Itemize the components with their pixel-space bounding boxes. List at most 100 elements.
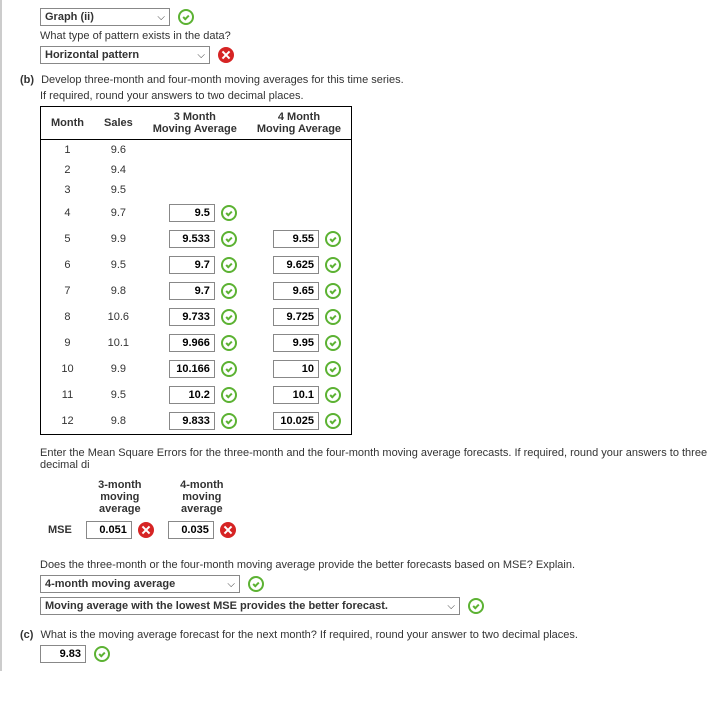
checkmark-icon — [325, 231, 341, 247]
checkmark-icon — [221, 205, 237, 221]
cell-ma3 — [143, 252, 247, 278]
cell-ma3 — [143, 226, 247, 252]
checkmark-icon — [178, 9, 194, 25]
checkmark-icon — [221, 361, 237, 377]
checkmark-icon — [325, 257, 341, 273]
ma3-input[interactable] — [169, 360, 215, 378]
checkmark-icon — [94, 646, 110, 662]
cell-month: 3 — [41, 180, 94, 200]
cell-ma4 — [247, 408, 352, 435]
cell-ma4 — [247, 356, 352, 382]
cell-ma4 — [247, 200, 352, 226]
mse-row-label: MSE — [42, 517, 78, 543]
ma4-input[interactable] — [273, 308, 319, 326]
error-icon — [218, 47, 234, 63]
better-question: Does the three-month or the four-month m… — [40, 559, 721, 571]
part-b-intro2: If required, round your answers to two d… — [40, 90, 721, 102]
better-select-1-value: 4-month moving average — [45, 578, 175, 590]
better-select-1[interactable]: 4-month moving average ⌵ — [40, 575, 240, 593]
ma4-input[interactable] — [273, 230, 319, 248]
mse-intro: Enter the Mean Square Errors for the thr… — [40, 447, 721, 471]
ma4-input[interactable] — [273, 282, 319, 300]
error-icon — [138, 522, 154, 538]
ma3-input[interactable] — [169, 412, 215, 430]
cell-month: 11 — [41, 382, 94, 408]
better-select-2[interactable]: Moving average with the lowest MSE provi… — [40, 597, 460, 615]
forecast-input[interactable] — [40, 645, 86, 663]
col-ma4: 4 Month Moving Average — [247, 107, 352, 140]
cell-month: 8 — [41, 304, 94, 330]
cell-ma4 — [247, 226, 352, 252]
cell-sales: 9.6 — [94, 140, 143, 161]
part-b-intro1: Develop three-month and four-month movin… — [41, 74, 404, 86]
ma3-input[interactable] — [169, 230, 215, 248]
pattern-select-value: Horizontal pattern — [45, 49, 139, 61]
ma3-input[interactable] — [169, 256, 215, 274]
graph-select[interactable]: Graph (ii) ⌵ — [40, 8, 170, 26]
ma4-input[interactable] — [273, 412, 319, 430]
cell-ma4 — [247, 278, 352, 304]
part-c-question: What is the moving average forecast for … — [41, 629, 578, 641]
mse-table: 3-month moving average 4-month moving av… — [40, 477, 244, 545]
cell-ma3 — [143, 140, 247, 161]
cell-ma3 — [143, 382, 247, 408]
cell-ma4 — [247, 180, 352, 200]
part-c-label: (c) — [20, 629, 33, 641]
ma4-input[interactable] — [273, 360, 319, 378]
mse-4-input[interactable] — [168, 521, 214, 539]
checkmark-icon — [325, 387, 341, 403]
cell-month: 5 — [41, 226, 94, 252]
checkmark-icon — [468, 598, 484, 614]
mse-3-input[interactable] — [86, 521, 132, 539]
mse-h3: 3-month moving average — [80, 479, 160, 515]
checkmark-icon — [325, 309, 341, 325]
cell-sales: 9.7 — [94, 200, 143, 226]
cell-sales: 9.8 — [94, 408, 143, 435]
ma3-input[interactable] — [169, 386, 215, 404]
cell-ma3 — [143, 356, 247, 382]
checkmark-icon — [221, 335, 237, 351]
ma3-input[interactable] — [169, 308, 215, 326]
graph-select-value: Graph (ii) — [45, 11, 94, 23]
cell-sales: 9.5 — [94, 382, 143, 408]
part-b-label: (b) — [20, 74, 34, 86]
checkmark-icon — [221, 283, 237, 299]
ma4-input[interactable] — [273, 386, 319, 404]
cell-sales: 10.6 — [94, 304, 143, 330]
cell-month: 7 — [41, 278, 94, 304]
checkmark-icon — [221, 231, 237, 247]
cell-ma4 — [247, 382, 352, 408]
ma3-input[interactable] — [169, 334, 215, 352]
col-sales: Sales — [94, 107, 143, 140]
cell-month: 4 — [41, 200, 94, 226]
cell-sales: 9.9 — [94, 226, 143, 252]
chevron-down-icon: ⌵ — [197, 50, 205, 61]
col-month: Month — [41, 107, 94, 140]
checkmark-icon — [221, 413, 237, 429]
checkmark-icon — [221, 387, 237, 403]
pattern-select[interactable]: Horizontal pattern ⌵ — [40, 46, 210, 64]
cell-ma3 — [143, 408, 247, 435]
cell-ma4 — [247, 252, 352, 278]
ma3-input[interactable] — [169, 282, 215, 300]
ma3-input[interactable] — [169, 204, 215, 222]
cell-month: 1 — [41, 140, 94, 161]
cell-sales: 9.4 — [94, 160, 143, 180]
ma4-input[interactable] — [273, 334, 319, 352]
chevron-down-icon: ⌵ — [157, 12, 165, 23]
better-select-2-value: Moving average with the lowest MSE provi… — [45, 600, 388, 612]
cell-ma3 — [143, 160, 247, 180]
cell-month: 9 — [41, 330, 94, 356]
pattern-question: What type of pattern exists in the data? — [40, 30, 721, 42]
checkmark-icon — [325, 361, 341, 377]
ma4-input[interactable] — [273, 256, 319, 274]
checkmark-icon — [221, 309, 237, 325]
cell-ma3 — [143, 200, 247, 226]
cell-month: 2 — [41, 160, 94, 180]
moving-average-table: Month Sales 3 Month Moving Average 4 Mon… — [40, 106, 352, 435]
cell-sales: 10.1 — [94, 330, 143, 356]
chevron-down-icon: ⌵ — [227, 579, 235, 590]
cell-ma3 — [143, 180, 247, 200]
checkmark-icon — [325, 335, 341, 351]
cell-ma4 — [247, 304, 352, 330]
